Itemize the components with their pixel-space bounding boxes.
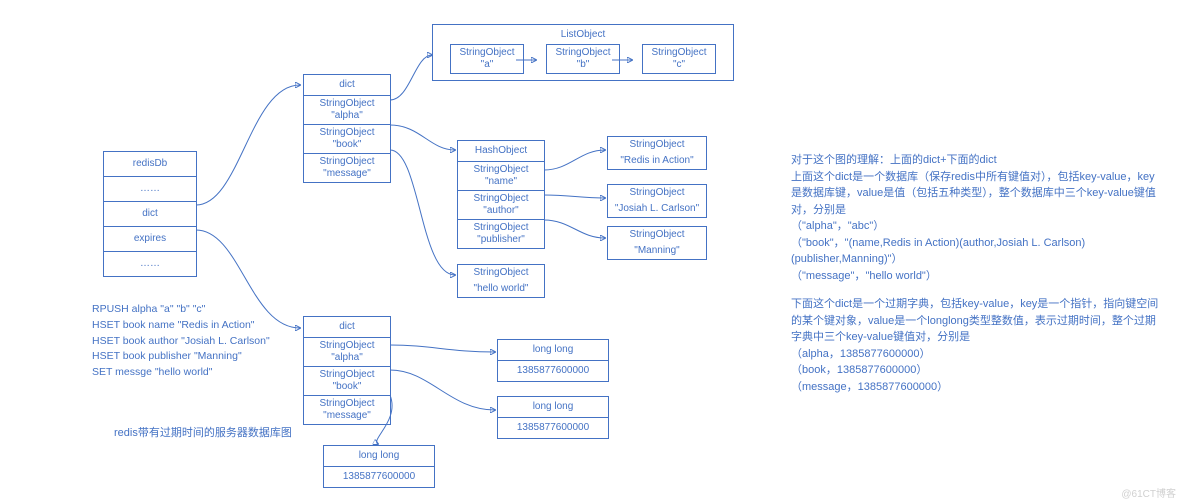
dict-bottom-entry: StringObject"book" — [304, 367, 390, 396]
command-line: SET messge "hello world" — [92, 365, 270, 381]
dict-bottom-entry: StringObject"message" — [304, 396, 390, 424]
list-object-box: ListObject StringObject"a" StringObject"… — [432, 24, 734, 81]
explanation-bottom: 下面这个dict是一个过期字典，包括key-value，key是一个指针，指向键… — [791, 296, 1159, 395]
long-long-box: long long 1385877600000 — [497, 396, 609, 439]
commands-list: RPUSH alpha "a" "b" "c" HSET book name "… — [92, 302, 270, 381]
redis-db-row: …… — [104, 252, 196, 276]
hash-field: StringObject"name" — [458, 162, 544, 191]
watermark: @61CT博客 — [1121, 485, 1176, 500]
hash-object-header: HashObject — [458, 141, 544, 162]
redis-db-stack: redisDb …… dict expires …… — [103, 151, 197, 277]
redis-db-row: redisDb — [104, 152, 196, 177]
hash-field: StringObject"publisher" — [458, 220, 544, 248]
list-item: StringObject"c" — [642, 44, 716, 74]
dict-top-header: dict — [304, 75, 390, 96]
dict-top-entry: StringObject"book" — [304, 125, 390, 154]
redis-db-row: …… — [104, 177, 196, 202]
hash-value-box: StringObject"Manning" — [607, 226, 707, 260]
hash-value-box: StringObject"Redis in Action" — [607, 136, 707, 170]
diagram-caption: redis带有过期时间的服务器数据库图 — [114, 424, 292, 440]
redis-db-row: dict — [104, 202, 196, 227]
long-long-box: long long 1385877600000 — [497, 339, 609, 382]
dict-bottom-entry: StringObject"alpha" — [304, 338, 390, 367]
dict-bottom-header: dict — [304, 317, 390, 338]
command-line: HSET book author "Josiah L. Carlson" — [92, 334, 270, 350]
list-item: StringObject"a" — [450, 44, 524, 74]
hash-field: StringObject"author" — [458, 191, 544, 220]
explanation-top: 对于这个图的理解：上面的dict+下面的dict 上面这个dict是一个数据库（… — [791, 152, 1159, 284]
long-long-box: long long 1385877600000 — [323, 445, 435, 488]
command-line: RPUSH alpha "a" "b" "c" — [92, 302, 270, 318]
hash-object-stack: HashObject StringObject"name" StringObje… — [457, 140, 545, 249]
command-line: HSET book publisher "Manning" — [92, 349, 270, 365]
dict-top-entry: StringObject"alpha" — [304, 96, 390, 125]
command-line: HSET book name "Redis in Action" — [92, 318, 270, 334]
dict-top-entry: StringObject"message" — [304, 154, 390, 182]
dict-top-stack: dict StringObject"alpha" StringObject"bo… — [303, 74, 391, 183]
dict-bottom-stack: dict StringObject"alpha" StringObject"bo… — [303, 316, 391, 425]
redis-db-row: expires — [104, 227, 196, 252]
list-item: StringObject"b" — [546, 44, 620, 74]
list-object-title: ListObject — [439, 29, 727, 40]
hash-value-box: StringObject"Josiah L. Carlson" — [607, 184, 707, 218]
string-hello-box: StringObject"hello world" — [457, 264, 545, 298]
